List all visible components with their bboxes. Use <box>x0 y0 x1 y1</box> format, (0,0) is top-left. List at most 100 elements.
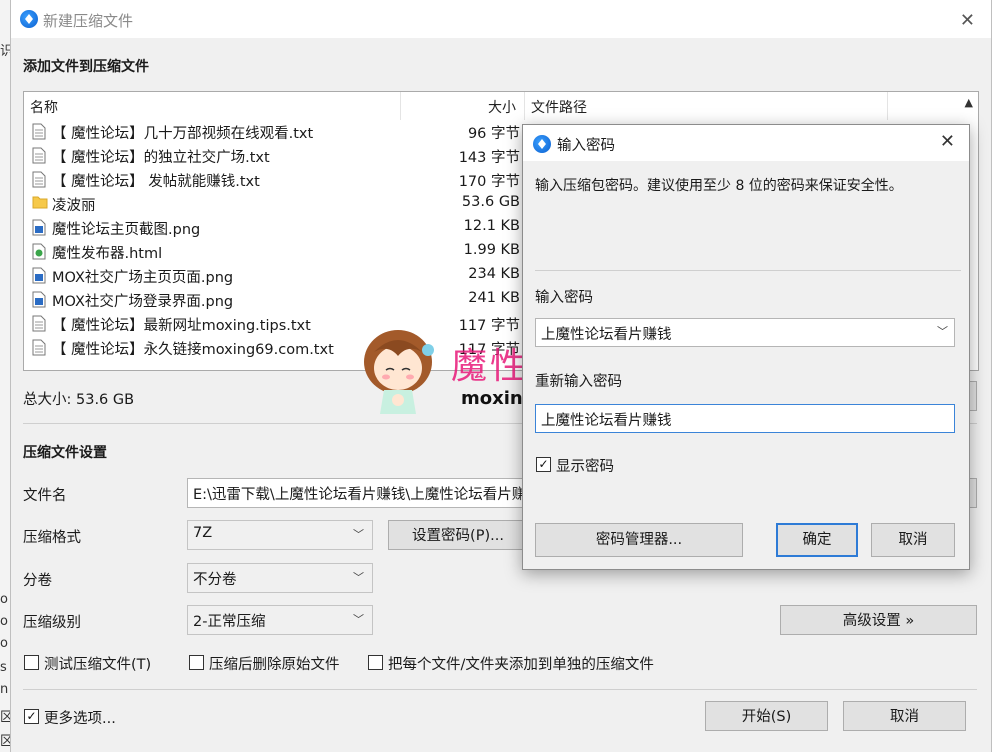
reenter-password-field[interactable]: 上魔性论坛看片赚钱 <box>535 404 955 433</box>
file-row[interactable]: 【 魔性论坛】 发帖就能赚钱.txt 170 字节 <box>24 168 544 192</box>
file-size: 117 字节 <box>458 318 520 334</box>
advanced-settings-button[interactable]: 高级设置 » <box>780 605 977 635</box>
chevron-down-icon: ﹀ <box>353 613 364 626</box>
file-row[interactable]: 【 魔性论坛】的独立社交广场.txt 143 字节 <box>24 144 544 168</box>
scroll-up-icon[interactable]: ▲ <box>965 96 973 109</box>
delete-after-checkbox[interactable] <box>189 655 204 670</box>
close-icon[interactable]: ✕ <box>960 10 975 31</box>
more-options-checkbox[interactable]: ✓ <box>24 709 39 724</box>
file-size: 96 字节 <box>467 126 520 142</box>
password-dialog: 输入密码 ✕ 输入压缩包密码。建议使用至少 8 位的密码来保证安全性。 输入密码… <box>522 124 970 570</box>
separate-archives-checkbox[interactable] <box>368 655 383 670</box>
file-row[interactable]: 【 魔性论坛】几十万部视频在线观看.txt 96 字节 <box>24 120 544 144</box>
volume-value: 不分卷 <box>193 572 237 588</box>
start-button[interactable]: 开始(S) <box>705 701 828 731</box>
background-text: s <box>0 660 7 675</box>
image-file-icon <box>32 291 46 312</box>
dialog-titlebar: 输入密码 ✕ <box>523 125 969 161</box>
file-row[interactable]: MOX社交广场登录界面.png 241 KB <box>24 288 544 312</box>
file-name: MOX社交广场登录界面.png <box>52 294 234 310</box>
file-name: 【 魔性论坛】 发帖就能赚钱.txt <box>52 174 260 190</box>
file-row[interactable]: MOX社交广场主页页面.png 234 KB <box>24 264 544 288</box>
file-name: 魔性发布器.html <box>52 246 163 262</box>
file-name: 【 魔性论坛】永久链接moxing69.com.txt <box>52 342 334 358</box>
file-name: 【 魔性论坛】的独立社交广场.txt <box>52 150 270 166</box>
file-name: 魔性论坛主页截图.png <box>52 222 201 238</box>
reenter-password-label: 重新输入密码 <box>535 374 622 390</box>
more-options-label[interactable]: 更多选项... <box>44 707 116 728</box>
file-size: 234 KB <box>468 266 520 282</box>
text-file-icon <box>32 315 46 336</box>
test-archive-checkbox[interactable] <box>24 655 39 670</box>
app-logo-icon <box>20 10 38 28</box>
ok-button[interactable]: 确定 <box>776 523 858 557</box>
volume-label: 分卷 <box>23 573 52 589</box>
close-icon[interactable]: ✕ <box>940 131 955 152</box>
set-password-button[interactable]: 设置密码(P)... <box>388 520 528 550</box>
text-file-icon <box>32 339 46 360</box>
column-path[interactable]: 文件路径 <box>531 97 587 117</box>
divider <box>23 689 977 690</box>
chevron-down-icon: ﹀ <box>353 571 364 584</box>
add-files-heading: 添加文件到压缩文件 <box>23 59 149 75</box>
chevron-down-icon[interactable]: ﹀ <box>937 323 948 339</box>
password-field[interactable]: 上魔性论坛看片赚钱 ﹀ <box>535 318 955 347</box>
file-name: 【 魔性论坛】几十万部视频在线观看.txt <box>52 126 314 142</box>
password-label: 输入密码 <box>535 290 593 306</box>
divider <box>535 270 961 271</box>
column-divider[interactable] <box>524 92 525 120</box>
filename-field[interactable]: E:\迅雷下载\上魔性论坛看片赚钱\上魔性论坛看片赚 <box>187 478 527 508</box>
level-select[interactable]: 2-正常压缩 ﹀ <box>187 605 373 635</box>
file-size: 143 字节 <box>458 150 520 166</box>
column-divider[interactable] <box>400 92 401 120</box>
folder-icon <box>32 195 48 213</box>
password-value: 上魔性论坛看片赚钱 <box>541 327 672 343</box>
settings-heading: 压缩文件设置 <box>23 445 107 461</box>
column-name[interactable]: 名称 <box>30 97 58 117</box>
format-label: 压缩格式 <box>23 530 81 546</box>
background-window: 识 o o o s n 区 区 <box>0 0 13 752</box>
file-name: 【 魔性论坛】最新网址moxing.tips.txt <box>52 318 311 334</box>
app-logo-icon <box>533 135 551 153</box>
file-size: 1.99 KB <box>463 242 520 258</box>
background-text: o <box>0 592 8 607</box>
level-label: 压缩级别 <box>23 615 81 631</box>
file-size: 12.1 KB <box>463 218 520 234</box>
file-size: 170 字节 <box>458 174 520 190</box>
test-archive-label[interactable]: 测试压缩文件(T) <box>44 653 151 674</box>
background-text: o <box>0 636 8 651</box>
file-size: 241 KB <box>468 290 520 306</box>
window-titlebar: 新建压缩文件 ✕ <box>11 0 991 38</box>
image-file-icon <box>32 219 46 240</box>
cancel-button[interactable]: 取消 <box>843 701 966 731</box>
format-select[interactable]: 7Z ﹀ <box>187 520 373 550</box>
format-value: 7Z <box>193 525 213 541</box>
show-password-label[interactable]: 显示密码 <box>556 455 614 476</box>
total-size: 总大小: 53.6 GB <box>23 392 135 408</box>
level-value: 2-正常压缩 <box>193 614 266 630</box>
password-manager-button[interactable]: 密码管理器... <box>535 523 743 557</box>
background-text: n <box>0 682 9 697</box>
file-row[interactable]: 魔性发布器.html 1.99 KB <box>24 240 544 264</box>
file-row[interactable]: 魔性论坛主页截图.png 12.1 KB <box>24 216 544 240</box>
filename-label: 文件名 <box>23 488 67 504</box>
column-size[interactable]: 大小 <box>488 97 516 117</box>
show-password-checkbox[interactable]: ✓ <box>536 457 551 472</box>
dialog-cancel-button[interactable]: 取消 <box>871 523 955 557</box>
file-row[interactable]: 【 魔性论坛】最新网址moxing.tips.txt 117 字节 <box>24 312 544 336</box>
column-divider[interactable] <box>887 92 888 120</box>
file-size: 53.6 GB <box>461 194 520 210</box>
volume-select[interactable]: 不分卷 ﹀ <box>187 563 373 593</box>
delete-after-label[interactable]: 压缩后删除原始文件 <box>209 653 340 674</box>
text-file-icon <box>32 147 46 168</box>
text-file-icon <box>32 123 46 144</box>
mascot-girl-icon <box>364 330 434 414</box>
background-text: o <box>0 614 8 629</box>
image-file-icon <box>32 267 46 288</box>
separate-archives-label[interactable]: 把每个文件/文件夹添加到单独的压缩文件 <box>388 653 654 674</box>
chevron-down-icon: ﹀ <box>353 528 364 541</box>
dialog-title: 输入密码 <box>557 138 615 154</box>
file-row[interactable]: 凌波丽 53.6 GB <box>24 192 544 216</box>
dialog-description: 输入压缩包密码。建议使用至少 8 位的密码来保证安全性。 <box>535 178 903 194</box>
file-name: 凌波丽 <box>52 198 96 214</box>
